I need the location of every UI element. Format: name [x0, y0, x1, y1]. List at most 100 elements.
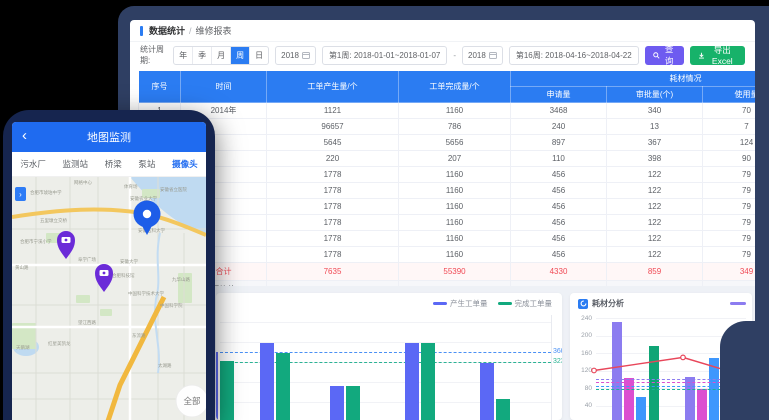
table-cell: 122	[607, 231, 703, 247]
table-cell: 79	[703, 167, 756, 183]
back-chevron-icon[interactable]: ‹	[22, 128, 27, 143]
bar	[405, 343, 419, 420]
report-table: 序号时间工单产生量/个工单完成量/个耗材情况申请量审批量(个)使用量金额1201…	[138, 70, 755, 299]
charts-strip: 产生工单量完成工单量 360323 耗材分析 2402001601208040	[130, 286, 755, 420]
table-row: 5177811604561227967	[139, 167, 756, 183]
breadcrumb-section[interactable]: 数据统计	[149, 24, 185, 37]
sub-col-header: 申请量	[511, 87, 607, 103]
phone-tab-bar: 污水厂 监测站 桥梁 泵站 摄像头	[12, 152, 206, 177]
map-label: 安徽医科大学	[138, 227, 165, 234]
range-separator: -	[453, 51, 456, 60]
map-highway	[108, 297, 164, 420]
table-body: 12014年1121116034683407025029665778624013…	[139, 103, 756, 299]
table-cell: 90	[703, 151, 756, 167]
map-label: 太湖路	[158, 362, 172, 369]
table-cell: 122	[607, 215, 703, 231]
table-cell: 1778	[267, 215, 399, 231]
table-cell: 456	[511, 247, 607, 263]
col-header: 时间	[181, 71, 267, 103]
calendar-icon	[302, 51, 310, 59]
tab-泵站[interactable]: 泵站	[138, 158, 155, 170]
table-cell: 1778	[267, 247, 399, 263]
table-cell: 786	[399, 119, 511, 135]
bar	[216, 352, 218, 420]
all-button[interactable]: 全部	[176, 385, 206, 417]
bar	[260, 343, 274, 420]
period-option-日[interactable]: 日	[249, 47, 268, 64]
table-cell: 1160	[399, 167, 511, 183]
total-cell: 859	[607, 263, 703, 281]
filter-bar: 统计周期: 年季月周日 2018 第1周: 2018-01-01~2018-01…	[130, 42, 755, 68]
table-cell: 1160	[399, 183, 511, 199]
col-header: 工单完成量/个	[399, 71, 511, 103]
breadcrumb-accent-bar	[140, 26, 143, 36]
table-cell: 96657	[267, 119, 399, 135]
bar	[480, 363, 494, 420]
table-row: 10177811604561227967	[139, 247, 756, 263]
start-year-value: 2018	[281, 51, 299, 60]
table-cell: 13	[607, 119, 703, 135]
table-cell: 207	[399, 151, 511, 167]
table-row: 8177811604561227967	[139, 215, 756, 231]
table-cell: 79	[703, 247, 756, 263]
phone-header: ‹ 地图监测	[12, 122, 206, 152]
table-cell: 897	[511, 135, 607, 151]
total-cell: 349	[703, 263, 756, 281]
tab-污水厂[interactable]: 污水厂	[20, 158, 46, 170]
table-cell: 79	[703, 183, 756, 199]
bar	[330, 386, 344, 420]
period-option-月[interactable]: 月	[211, 47, 230, 64]
table-cell: 456	[511, 183, 607, 199]
table-cell: 70	[703, 103, 756, 119]
map-label: 天鹅湖	[16, 344, 30, 351]
table-row: 9177811604561227967	[139, 231, 756, 247]
map-label: 九华山路	[172, 276, 190, 283]
period-segment: 年季月周日	[173, 46, 269, 65]
end-year-select[interactable]: 2018	[462, 46, 503, 65]
period-option-年[interactable]: 年	[174, 47, 192, 64]
map-label: 体育场	[124, 183, 138, 190]
tab-监测站[interactable]: 监测站	[63, 158, 89, 170]
map-label: 望江西路	[78, 319, 96, 326]
table-row: 12014年11211160346834070250	[139, 103, 756, 119]
table-cell: 122	[607, 167, 703, 183]
table-row: 42202071103989019	[139, 151, 756, 167]
period-option-季[interactable]: 季	[192, 47, 211, 64]
breadcrumb-page: 维修报表	[196, 24, 232, 37]
breadcrumb: 数据统计 / 维修报表	[130, 20, 755, 42]
bar	[346, 386, 360, 420]
table-cell: 79	[703, 215, 756, 231]
map-label: 东流路	[132, 332, 146, 339]
phone-title: 地图监测	[87, 129, 131, 145]
table-cell: 1121	[267, 103, 399, 119]
map-expander-button[interactable]: ›	[15, 187, 26, 201]
query-button[interactable]: 查询	[645, 46, 684, 65]
start-year-select[interactable]: 2018	[275, 46, 316, 65]
page: 数据统计 / 维修报表 统计周期: 年季月周日 2018 第1周: 2018-0…	[0, 0, 769, 420]
group-header: 耗材情况	[511, 71, 756, 87]
map-label: 合肥市琥珀中学	[30, 189, 62, 196]
phone-frame: ‹ 地图监测 污水厂 监测站 桥梁 泵站 摄像头	[3, 110, 215, 420]
gridline	[220, 322, 551, 323]
tab-桥梁[interactable]: 桥梁	[105, 158, 122, 170]
reference-label: 360	[553, 348, 562, 355]
phone-screen: ‹ 地图监测 污水厂 监测站 桥梁 泵站 摄像头	[12, 122, 206, 420]
tab-摄像头[interactable]: 摄像头	[172, 158, 198, 170]
download-icon	[698, 51, 705, 60]
end-week-input[interactable]: 第16周: 2018-04-16~2018-04-22	[509, 46, 639, 65]
dashboard-screen: 数据统计 / 维修报表 统计周期: 年季月周日 2018 第1周: 2018-0…	[130, 20, 755, 420]
map-canvas: 网格中心体育场合肥市琥珀中学安徽农业大学五里墩立交桥安徽医科大学安徽省立医院合肥…	[12, 177, 206, 420]
axis-line	[551, 315, 552, 420]
table-cell: 1160	[399, 103, 511, 119]
camera-marker[interactable]	[57, 231, 75, 259]
sub-col-header: 审批量(个)	[607, 87, 703, 103]
table-cell: 124	[703, 135, 756, 151]
table-cell: 456	[511, 215, 607, 231]
col-header: 序号	[139, 71, 181, 103]
export-excel-button[interactable]: 导出Excel	[690, 46, 745, 65]
map-view[interactable]: 网格中心体育场合肥市琥珀中学安徽农业大学五里墩立交桥安徽医科大学安徽省立医院合肥…	[12, 177, 206, 420]
period-option-周[interactable]: 周	[230, 47, 249, 64]
bar	[421, 343, 435, 420]
table-cell: 122	[607, 199, 703, 215]
start-week-input[interactable]: 第1周: 2018-01-01~2018-01-07	[322, 46, 447, 65]
